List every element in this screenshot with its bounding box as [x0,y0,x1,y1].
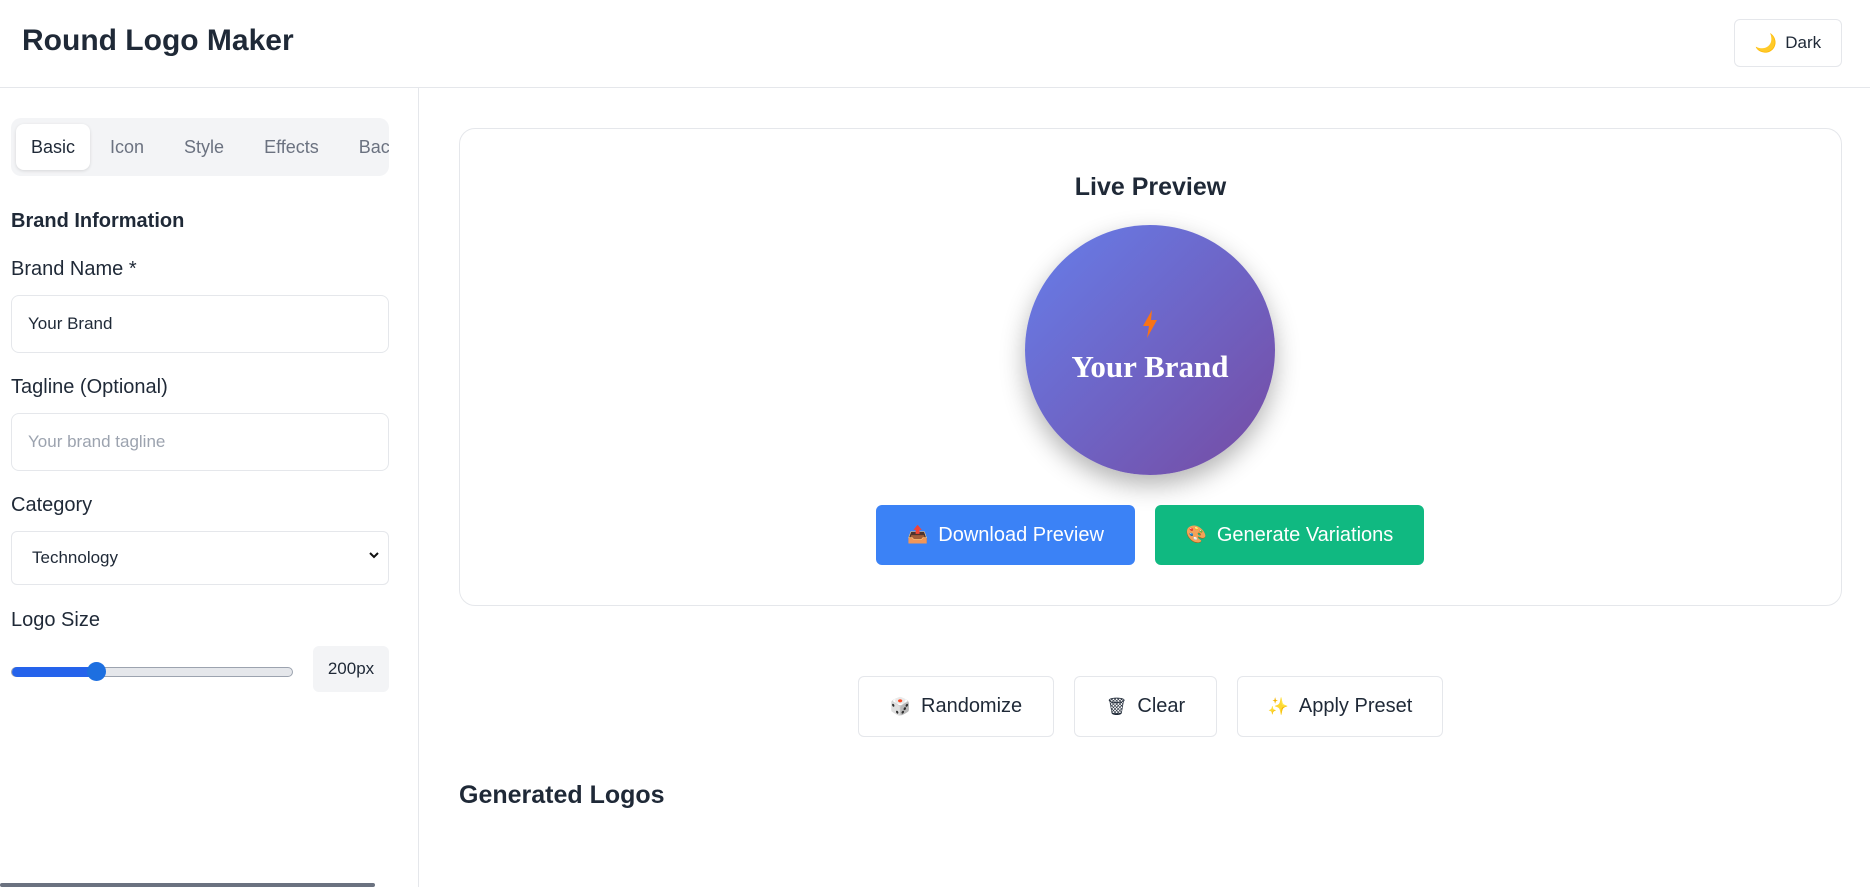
logo-size-slider-fill [12,667,97,677]
sidebar: Basic Icon Style Effects Background Bran… [0,88,419,887]
logo-brand-text: Your Brand [1071,349,1229,384]
app-title: Round Logo Maker [22,24,294,57]
tagline-label: Tagline (Optional) [11,376,168,398]
category-selected-value: Technology [32,548,119,567]
wastebasket-icon: 🗑 [1105,696,1128,716]
clear-label: Clear [1137,695,1186,717]
outbox-tray-icon: 📤 [907,525,929,544]
sidebar-horizontal-scrollbar[interactable] [0,883,375,887]
logo-size-label: Logo Size [11,609,100,631]
logo-size-value: 200px [313,646,389,692]
tab-style[interactable]: Style [164,124,244,170]
logo-size-slider-track[interactable] [11,667,293,677]
apply-preset-label: Apply Preset [1298,695,1413,717]
apply-preset-button[interactable]: ✨ Apply Preset [1237,676,1443,737]
download-preview-button[interactable]: 📤 Download Preview [876,505,1135,565]
logo-preview-circle: Your Brand [1025,225,1275,475]
palette-icon: 🎨 [1185,525,1207,544]
dice-icon: 🎲 [889,696,911,716]
logo-size-slider-thumb[interactable] [86,662,106,681]
settings-tabs: Basic Icon Style Effects Background [11,118,389,176]
clear-button[interactable]: 🗑 Clear [1074,676,1217,737]
tagline-input[interactable]: Your brand tagline [11,413,389,471]
generate-variations-label: Generate Variations [1216,523,1394,546]
live-preview-card: Live Preview Your Brand 📤 Download Previ… [459,128,1842,606]
randomize-label: Randomize [921,695,1023,717]
category-label: Category [11,494,93,516]
app-header: Round Logo Maker 🌙 Dark [0,0,1870,88]
brand-name-label: Brand Name * [11,258,137,280]
chevron-down-icon [368,548,380,564]
generated-logos-title: Generated Logos [459,781,665,809]
category-select[interactable]: Technology [11,531,389,585]
download-preview-label: Download Preview [938,523,1104,546]
theme-toggle-label: Dark [1785,33,1822,52]
generate-variations-button[interactable]: 🎨 Generate Variations [1155,505,1424,565]
theme-toggle-button[interactable]: 🌙 Dark [1734,19,1842,67]
tab-basic[interactable]: Basic [16,124,91,170]
brand-name-input[interactable]: Your Brand [11,295,389,353]
preview-title: Live Preview [1074,173,1227,201]
tab-background[interactable]: Background [339,124,389,170]
sparkles-icon: ✨ [1267,696,1289,716]
tab-icon[interactable]: Icon [90,124,164,170]
randomize-button[interactable]: 🎲 Randomize [858,676,1054,737]
lightning-bolt-icon [1025,310,1275,345]
tab-effects[interactable]: Effects [244,124,339,170]
section-title: Brand Information [11,210,185,232]
moon-icon: 🌙 [1754,32,1778,53]
